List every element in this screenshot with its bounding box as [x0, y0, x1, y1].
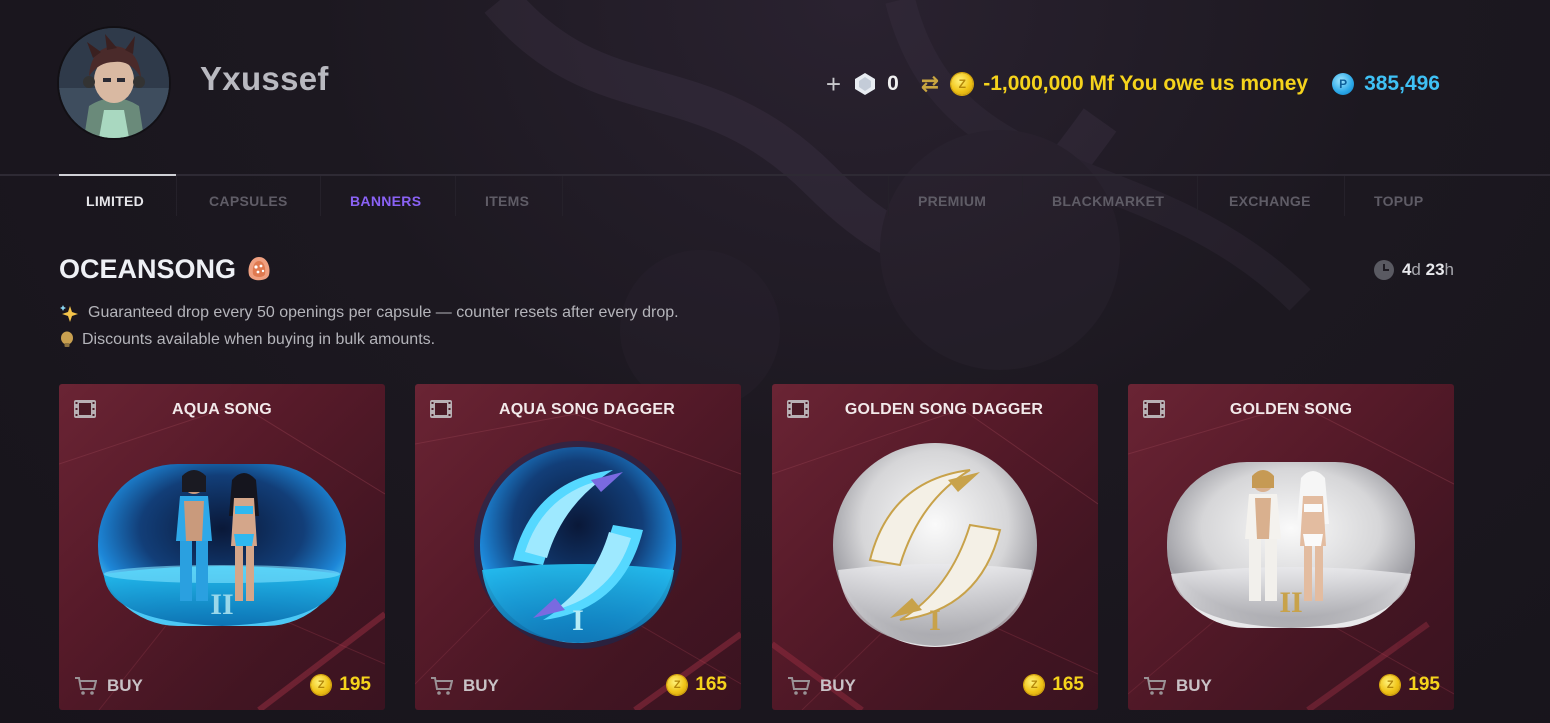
buy-label: BUY [107, 676, 143, 695]
username: Yxussef [200, 60, 329, 97]
timer-days: 4 [1401, 260, 1412, 279]
avatar-image [59, 28, 169, 138]
cart-icon [1144, 677, 1166, 695]
info-line: Guaranteed drop every 50 openings per ca… [60, 304, 679, 322]
tier-label: I [572, 604, 584, 637]
buy-button[interactable]: BUY [431, 676, 499, 696]
tab-blackmarket[interactable]: BLACKMARKET [1052, 193, 1164, 209]
add-currency-button[interactable]: + [826, 69, 841, 100]
capsule-image: I [833, 443, 1037, 647]
capsule-image: I [474, 441, 682, 649]
buy-button[interactable]: BUY [1144, 676, 1212, 696]
tab-limited[interactable]: LIMITED [86, 193, 144, 209]
capsule-image: II [1167, 462, 1415, 628]
price-tag: Z 195 [311, 674, 371, 696]
currency-bar: + 0 ⇄ Z -1,000,000 Mf You owe us money P… [826, 66, 1440, 102]
shell-icon [248, 256, 270, 280]
tier-label: II [210, 588, 233, 621]
active-tab-indicator [59, 174, 176, 176]
capsule-image: II [98, 464, 346, 626]
capsule-card[interactable]: GOLDEN SONG DAGGER I BUY Z 165 [772, 384, 1098, 710]
nav-separator [1022, 176, 1023, 216]
tab-capsules[interactable]: CAPSULES [209, 193, 288, 209]
info-text: Discounts available when buying in bulk … [82, 331, 436, 348]
section-title: OCEANSONG [59, 254, 272, 285]
tier-label: II [1279, 586, 1302, 619]
tab-items[interactable]: ITEMS [485, 193, 529, 209]
gold-coin-icon: Z [1024, 675, 1045, 695]
price-tag: Z 165 [1024, 674, 1084, 696]
cart-icon [788, 677, 810, 695]
price-tag: Z 165 [667, 674, 727, 696]
gem-icon [855, 73, 876, 95]
capsule-card[interactable]: GOLDEN SONG II BUY Z 195 [1128, 384, 1454, 710]
nav-separator [1344, 176, 1345, 216]
price-value: 195 [1408, 674, 1440, 695]
buy-label: BUY [820, 676, 856, 695]
card-title: GOLDEN SONG DAGGER [844, 401, 1044, 418]
sparkles-icon [60, 305, 78, 322]
timer-days-unit: d [1411, 260, 1421, 279]
capsule-card[interactable]: AQUA SONG DAGGER I BUY Z 165 [415, 384, 741, 710]
premium-balance: 385,496 [1364, 72, 1440, 95]
buy-label: BUY [463, 676, 499, 695]
buy-label: BUY [1176, 676, 1212, 695]
gold-coin-icon: Z [667, 675, 688, 695]
buy-button[interactable]: BUY [75, 676, 143, 696]
timer-hours: 23 [1425, 260, 1445, 279]
cart-icon [75, 677, 97, 695]
section-title-text: OCEANSONG [59, 254, 237, 284]
nav-separator [1197, 176, 1198, 216]
price-value: 165 [695, 674, 727, 695]
info-line: Discounts available when buying in bulk … [60, 331, 435, 349]
gold-balance: -1,000,000 Mf You owe us money [983, 72, 1309, 95]
cart-icon [431, 677, 453, 695]
tab-banners[interactable]: BANNERS [350, 193, 421, 209]
tab-topup[interactable]: TOPUP [1374, 193, 1423, 209]
nav-separator [888, 176, 889, 216]
price-tag: Z 195 [1380, 674, 1440, 696]
tab-exchange[interactable]: EXCHANGE [1229, 193, 1311, 209]
tab-premium[interactable]: PREMIUM [918, 193, 986, 209]
price-value: 195 [339, 674, 371, 695]
lightbulb-icon [61, 331, 73, 347]
nav-divider [0, 174, 1550, 176]
gold-coin-icon: Z [1380, 675, 1401, 695]
clock-icon [1373, 260, 1394, 280]
price-value: 165 [1052, 674, 1084, 695]
buy-button[interactable]: BUY [788, 676, 856, 696]
gold-coin-icon: Z [951, 73, 974, 95]
exchange-icon[interactable]: ⇄ [921, 71, 939, 97]
nav-separator [562, 176, 563, 216]
gem-count: 0 [887, 72, 899, 95]
premium-coin-icon: P [1332, 73, 1355, 95]
timer-hours-unit: h [1444, 260, 1454, 279]
tier-label: I [929, 604, 941, 637]
info-text: Guaranteed drop every 50 openings per ca… [88, 304, 679, 321]
gold-coin-icon: Z [311, 675, 332, 695]
nav-separator [320, 176, 321, 216]
nav-separator [176, 176, 177, 216]
card-title: AQUA SONG [172, 401, 272, 418]
capsule-card[interactable]: AQUA SONG II BUY Z 195 [59, 384, 385, 710]
card-title: GOLDEN SONG [1229, 401, 1353, 418]
card-title: AQUA SONG DAGGER [499, 401, 675, 418]
user-avatar[interactable] [59, 28, 169, 138]
event-timer: 4d 23h [1373, 260, 1454, 280]
nav-separator [455, 176, 456, 216]
